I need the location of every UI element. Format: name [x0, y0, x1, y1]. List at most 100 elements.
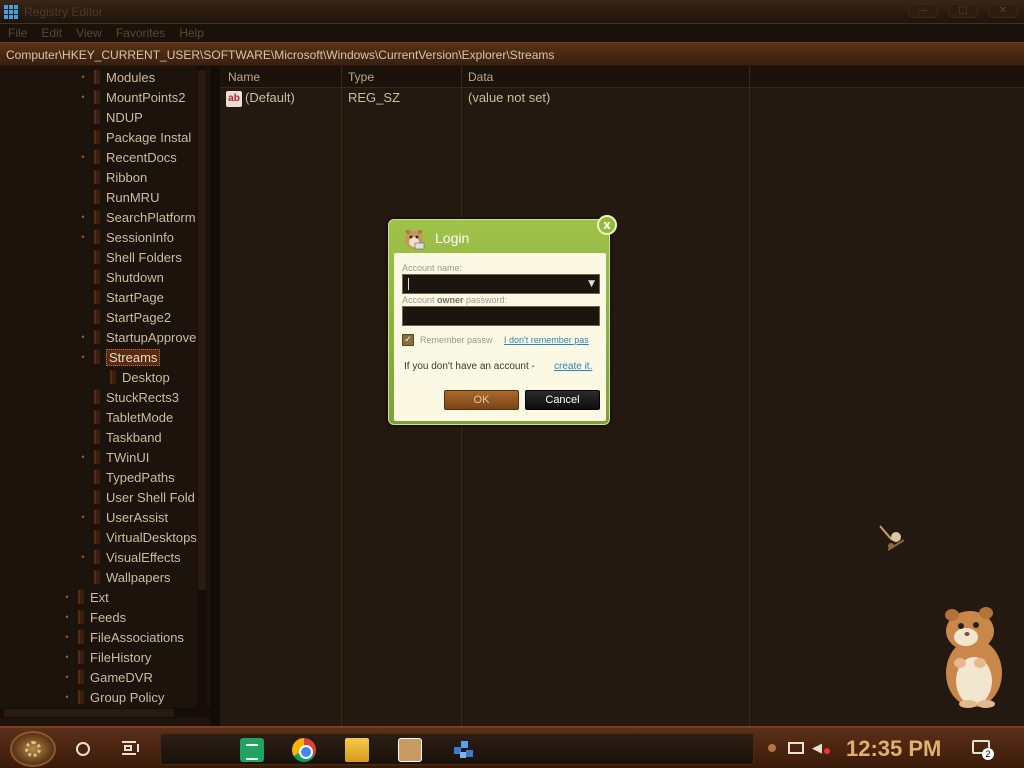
tree-expander-icon[interactable]: •: [78, 232, 88, 242]
tree-expander-icon[interactable]: •: [78, 92, 88, 102]
cortana-search-icon[interactable]: [76, 742, 90, 756]
folder-icon: [94, 150, 100, 164]
tree-horizontal-scrollbar[interactable]: [0, 708, 210, 718]
tree-item[interactable]: • MountPoints2: [78, 87, 185, 107]
column-header-data[interactable]: Data: [468, 70, 493, 84]
tree-item[interactable]: Shell Folders: [78, 247, 182, 267]
forgot-password-link[interactable]: I don't remember pas: [504, 335, 602, 345]
menu-help[interactable]: Help: [179, 26, 204, 40]
tree-item[interactable]: RunMRU: [78, 187, 159, 207]
tree-expander-icon[interactable]: •: [78, 452, 88, 462]
tree-item[interactable]: StartPage: [78, 287, 164, 307]
regedit-icon[interactable]: [452, 738, 476, 762]
tree-item[interactable]: StartPage2: [78, 307, 171, 327]
address-bar[interactable]: Computer\HKEY_CURRENT_USER\SOFTWARE\Micr…: [0, 42, 1024, 66]
column-divider[interactable]: [749, 66, 750, 726]
tree-item[interactable]: • UserAssist: [78, 507, 168, 527]
password-field[interactable]: [402, 306, 600, 326]
tree-expander-icon[interactable]: •: [78, 552, 88, 562]
tree-item[interactable]: User Shell Fold: [78, 487, 195, 507]
folder-icon: [94, 250, 100, 264]
no-account-text: If you don't have an account -: [404, 361, 535, 372]
tree-item[interactable]: • StartupApprove: [78, 327, 196, 347]
remember-checkbox[interactable]: ✓: [402, 334, 414, 346]
tree-expander-icon[interactable]: •: [78, 72, 88, 82]
column-divider[interactable]: [341, 66, 342, 726]
value-name-cell[interactable]: ab (Default): [226, 90, 295, 110]
tree-item[interactable]: • Ext: [62, 587, 108, 607]
chrome-icon[interactable]: [292, 738, 316, 762]
tree-item[interactable]: • SessionInfo: [78, 227, 174, 247]
tree-item[interactable]: TypedPaths: [78, 467, 175, 487]
tree-scroll-thumb[interactable]: [198, 70, 206, 590]
tree-expander-icon[interactable]: •: [62, 632, 72, 642]
tray-overflow-icon[interactable]: [768, 744, 776, 752]
values-list: Name Type Data ab (Default) REG_SZ (value…: [220, 66, 1024, 726]
tree-item[interactable]: • RecentDocs: [78, 147, 176, 167]
tree-item[interactable]: Ribbon: [78, 167, 147, 187]
registry-tree[interactable]: • Modules • MountPoints2 NDUP Package Instal •…: [0, 66, 210, 716]
tree-item[interactable]: • VisualEffects: [78, 547, 180, 567]
tree-expander-icon[interactable]: •: [62, 692, 72, 702]
tree-vertical-scrollbar[interactable]: [197, 66, 207, 716]
account-name-combobox[interactable]: ▼: [402, 274, 600, 294]
tree-expander-icon[interactable]: •: [78, 332, 88, 342]
tree-expander-icon[interactable]: •: [78, 212, 88, 222]
tree-item[interactable]: StuckRects3: [78, 387, 179, 407]
menu-file[interactable]: File: [8, 26, 27, 40]
tree-expander-icon[interactable]: •: [78, 512, 88, 522]
tree-expander-icon[interactable]: •: [62, 652, 72, 662]
task-view-icon[interactable]: [120, 740, 140, 756]
tree-item-label: Group Policy: [90, 689, 165, 705]
tree-item[interactable]: Taskband: [78, 427, 162, 447]
tree-expander-icon[interactable]: •: [62, 612, 72, 622]
cancel-button[interactable]: Cancel: [525, 390, 600, 410]
column-header-type[interactable]: Type: [348, 70, 374, 84]
window-title: Registry Editor: [24, 4, 103, 19]
network-icon[interactable]: [788, 742, 804, 754]
tree-item[interactable]: • FileHistory: [62, 647, 151, 667]
tree-expander-icon[interactable]: •: [78, 352, 88, 362]
volume-muted-icon[interactable]: ◀: [812, 741, 822, 756]
tree-expander-icon[interactable]: •: [62, 592, 72, 602]
tree-item[interactable]: • SearchPlatform: [78, 207, 195, 227]
tree-expander-icon[interactable]: •: [78, 152, 88, 162]
tree-item[interactable]: • Streams: [78, 347, 161, 367]
account-name-label: Account name:: [402, 263, 463, 273]
menu-edit[interactable]: Edit: [41, 26, 62, 40]
tree-hscroll-thumb[interactable]: [4, 709, 174, 717]
taskbar-clock[interactable]: 12:35 PM: [846, 736, 941, 762]
tree-expander-icon[interactable]: •: [62, 672, 72, 682]
close-button[interactable]: ✕: [988, 4, 1018, 18]
minimize-button[interactable]: —: [908, 4, 938, 18]
tree-item[interactable]: NDUP: [78, 107, 143, 127]
ok-button[interactable]: OK: [444, 390, 519, 410]
tree-item[interactable]: Wallpapers: [78, 567, 171, 587]
tree-item[interactable]: • Modules: [78, 67, 155, 87]
menu-view[interactable]: View: [76, 26, 102, 40]
google-sheets-icon[interactable]: [240, 738, 264, 762]
tree-item[interactable]: • TWinUI: [78, 447, 149, 467]
tree-item[interactable]: • FileAssociations: [62, 627, 184, 647]
chevron-down-icon[interactable]: ▼: [588, 279, 595, 289]
hamster-app-icon[interactable]: [398, 738, 422, 762]
tree-item[interactable]: • Feeds: [62, 607, 126, 627]
password-label: Account owner password:: [402, 295, 508, 305]
create-account-link[interactable]: create it.: [554, 361, 592, 372]
tree-item[interactable]: VirtualDesktops: [78, 527, 197, 547]
tree-item[interactable]: Package Instal: [78, 127, 191, 147]
column-header-name[interactable]: Name: [228, 70, 260, 84]
tree-item[interactable]: • GameDVR: [62, 667, 152, 687]
pane-splitter[interactable]: [210, 66, 220, 726]
maximize-button[interactable]: □: [948, 4, 978, 18]
menu-favorites[interactable]: Favorites: [116, 26, 165, 40]
start-button[interactable]: [10, 731, 56, 767]
tree-item-label: Modules: [106, 69, 156, 85]
tree-item[interactable]: Shutdown: [78, 267, 164, 287]
tree-item[interactable]: TabletMode: [78, 407, 173, 427]
folder-icon: [94, 390, 100, 404]
dialog-close-button[interactable]: x: [597, 215, 617, 235]
tree-item[interactable]: Desktop: [94, 367, 170, 387]
file-explorer-icon[interactable]: [345, 738, 369, 762]
tree-item[interactable]: • Group Policy: [62, 687, 164, 707]
